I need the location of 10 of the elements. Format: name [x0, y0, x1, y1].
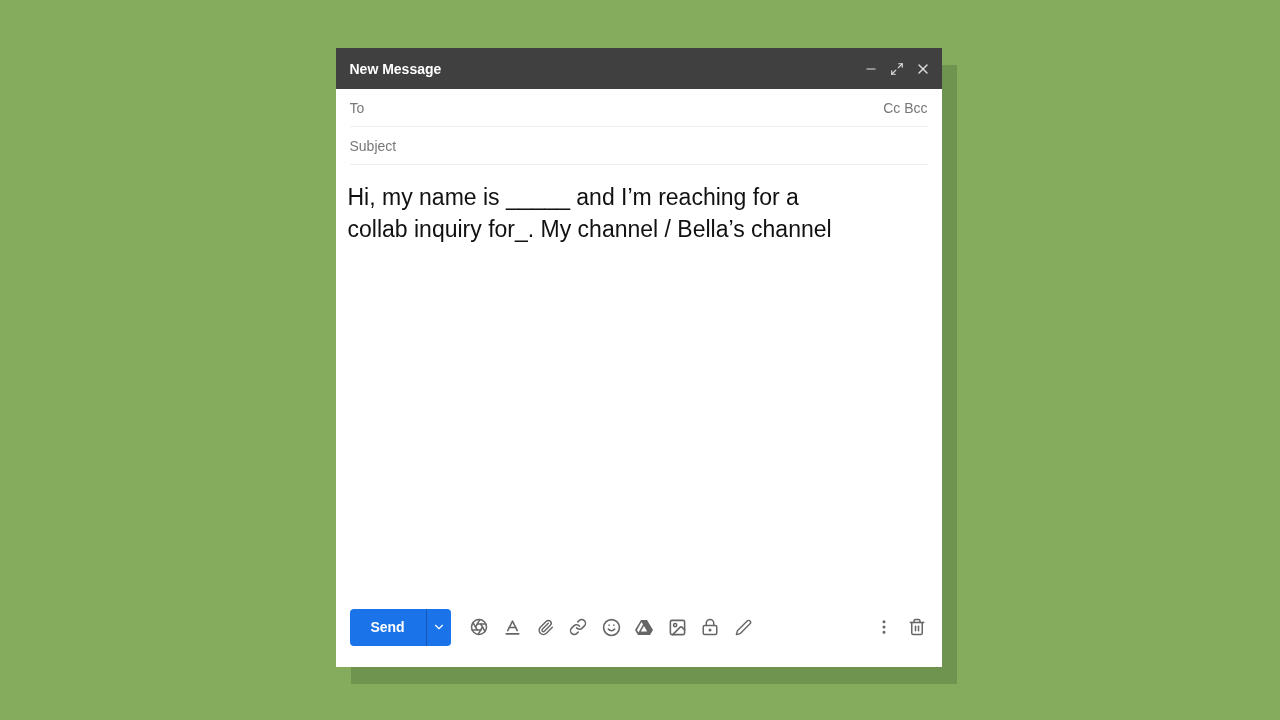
send-button[interactable]: Send [349, 608, 426, 646]
expand-icon[interactable] [889, 61, 904, 76]
link-icon[interactable] [567, 616, 589, 638]
smiley-icon[interactable] [600, 616, 622, 638]
body-text-line: collab inquiry for_. My channel / Bella’s channel [347, 215, 832, 244]
aperture-icon[interactable] [468, 616, 490, 638]
body-text-line: Hi, my name is _____ and I’m reaching for a [347, 183, 799, 212]
cc-bcc-link[interactable]: Cc Bcc [883, 99, 928, 116]
send-options-button[interactable] [425, 608, 451, 646]
window-title: New Message [349, 60, 443, 77]
